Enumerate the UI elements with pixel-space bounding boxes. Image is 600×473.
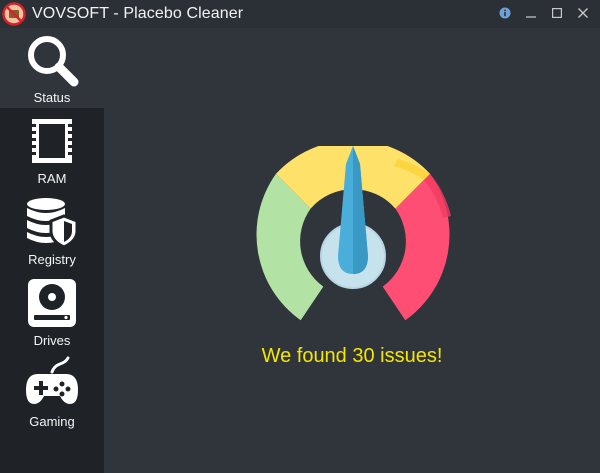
title-bar: VOVSOFT - Placebo Cleaner [0,0,600,28]
hard-drive-icon [28,279,76,327]
maximize-icon [552,8,562,18]
gauge-meter [256,146,451,321]
maximize-button[interactable] [548,4,566,22]
sidebar-item-gaming[interactable]: Gaming [0,352,104,432]
window-controls [496,4,592,22]
close-icon [578,8,588,18]
sidebar: Status RAM Registry Drives Gaming [0,28,104,473]
app-logo-icon [2,2,26,26]
sidebar-item-label: Status [33,90,71,105]
sidebar-item-registry[interactable]: Registry [0,190,104,270]
gamepad-icon [26,356,78,404]
scan-result-text: We found 30 issues! [261,345,443,367]
info-icon [499,7,511,19]
main-panel: We found 30 issues! [104,28,600,473]
sidebar-item-label: RAM [37,171,67,186]
memory-chip-icon [32,119,72,163]
sidebar-item-ram[interactable]: RAM [0,109,104,189]
sidebar-item-drives[interactable]: Drives [0,271,104,351]
window-title: VOVSOFT - Placebo Cleaner [32,5,244,22]
database-shield-icon [27,198,79,249]
magnifier-icon [28,36,79,87]
sidebar-item-label: Gaming [29,414,75,429]
minimize-button[interactable] [522,4,540,22]
sidebar-item-label: Drives [33,333,71,348]
sidebar-item-status[interactable]: Status [0,28,104,108]
close-button[interactable] [574,4,592,22]
info-button[interactable] [496,4,514,22]
minimize-icon [526,16,536,18]
sidebar-item-label: Registry [28,252,76,267]
